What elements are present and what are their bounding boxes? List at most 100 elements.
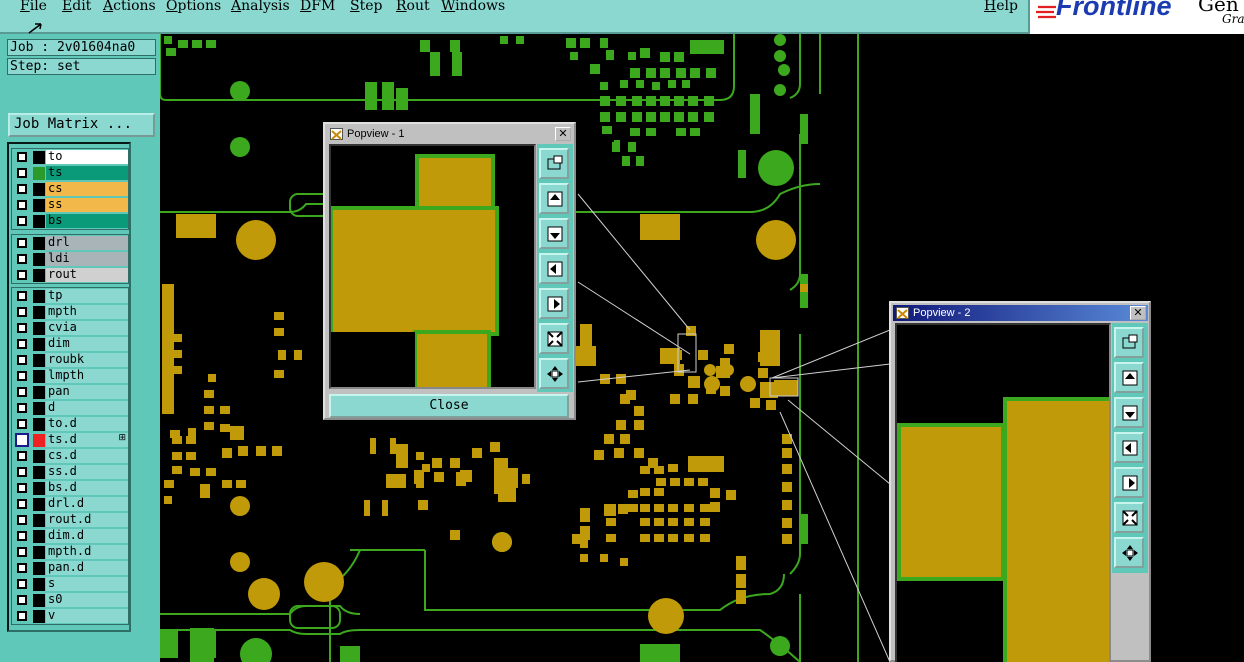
- layer-row-ts[interactable]: ts: [12, 165, 128, 181]
- layer-checkbox[interactable]: [17, 270, 27, 280]
- layer-checkbox[interactable]: [17, 531, 27, 541]
- pan-up-button[interactable]: [1114, 362, 1144, 393]
- layer-name[interactable]: drl: [46, 236, 128, 250]
- layer-row-ss[interactable]: ss: [12, 197, 128, 213]
- layer-color-swatch[interactable]: [33, 199, 45, 212]
- layer-checkbox[interactable]: [17, 152, 27, 162]
- layer-checkbox[interactable]: [17, 168, 27, 178]
- layer-color-swatch[interactable]: [33, 530, 45, 543]
- layer-expand-marker-icon[interactable]: ⊞: [118, 433, 126, 443]
- job-matrix-button[interactable]: Job Matrix ...: [8, 113, 155, 137]
- layer-row-rout-d[interactable]: rout.d: [12, 512, 128, 528]
- layer-checkbox[interactable]: [17, 371, 27, 381]
- layer-checkbox[interactable]: [17, 499, 27, 509]
- menu-dfm[interactable]: DFM: [300, 0, 335, 14]
- popview-1-close-button[interactable]: Close: [329, 394, 569, 418]
- popview-1-zoom-view[interactable]: [329, 144, 536, 389]
- layer-name[interactable]: ts: [46, 166, 128, 180]
- layer-color-swatch[interactable]: [33, 151, 45, 164]
- popview-2-titlebar[interactable]: Popview - 2: [893, 305, 1148, 321]
- layer-color-swatch[interactable]: [33, 578, 45, 591]
- layer-name[interactable]: rout.d: [46, 513, 128, 527]
- popview-2-close-x-button[interactable]: ✕: [1130, 306, 1146, 320]
- layer-checkbox[interactable]: [17, 323, 27, 333]
- layer-name[interactable]: mpth: [46, 305, 128, 319]
- layer-color-swatch[interactable]: [33, 418, 45, 431]
- layer-color-swatch[interactable]: [33, 167, 45, 180]
- layer-checkbox[interactable]: [17, 387, 27, 397]
- menu-edit[interactable]: Edit: [62, 0, 91, 14]
- pan-right-button[interactable]: [539, 288, 569, 319]
- layer-checkbox[interactable]: [17, 467, 27, 477]
- layer-name[interactable]: d: [46, 401, 128, 415]
- layer-checkbox[interactable]: [17, 254, 27, 264]
- layer-row-ts-d[interactable]: ts.d ⊞: [12, 432, 128, 448]
- pan-down-button[interactable]: [1114, 397, 1144, 428]
- layer-checkbox[interactable]: [17, 579, 27, 589]
- layer-name[interactable]: pan: [46, 385, 128, 399]
- layer-checkbox[interactable]: [17, 419, 27, 429]
- layer-name[interactable]: tp: [46, 289, 128, 303]
- layer-row-lmpth[interactable]: lmpth: [12, 368, 128, 384]
- layer-checkbox[interactable]: [17, 483, 27, 493]
- layer-color-swatch[interactable]: [33, 269, 45, 282]
- layer-color-swatch[interactable]: [33, 562, 45, 575]
- pan-left-button[interactable]: [539, 253, 569, 284]
- layer-checkbox[interactable]: [17, 355, 27, 365]
- menu-windows[interactable]: Windows: [441, 0, 505, 14]
- layer-checkbox[interactable]: [17, 184, 27, 194]
- zoom-fit-button[interactable]: [1114, 502, 1144, 533]
- center-view-button[interactable]: [539, 358, 569, 389]
- pan-left-button[interactable]: [1114, 432, 1144, 463]
- layer-checkbox[interactable]: [17, 595, 27, 605]
- pan-right-button[interactable]: [1114, 467, 1144, 498]
- layer-checkbox[interactable]: [17, 339, 27, 349]
- zoom-home-button[interactable]: [1114, 327, 1144, 358]
- layer-color-swatch[interactable]: [33, 402, 45, 415]
- layer-color-swatch[interactable]: [33, 546, 45, 559]
- window-menu-icon[interactable]: [330, 128, 343, 140]
- zoom-fit-button[interactable]: [539, 323, 569, 354]
- layer-name[interactable]: dim.d: [46, 529, 128, 543]
- layer-checkbox[interactable]: [17, 238, 27, 248]
- layer-color-swatch[interactable]: [33, 610, 45, 623]
- layer-checkbox[interactable]: [17, 515, 27, 525]
- layer-checkbox[interactable]: [15, 433, 29, 447]
- popview-1-titlebar[interactable]: Popview - 1: [327, 126, 573, 142]
- layer-checkbox[interactable]: [17, 216, 27, 226]
- menu-step[interactable]: Step: [350, 0, 382, 14]
- layer-color-swatch[interactable]: [33, 354, 45, 367]
- layer-checkbox[interactable]: [17, 200, 27, 210]
- layer-row-drl-d[interactable]: drl.d: [12, 496, 128, 512]
- layer-name[interactable]: cvia: [46, 321, 128, 335]
- center-view-button[interactable]: [1114, 537, 1144, 568]
- layer-name[interactable]: bs: [46, 214, 128, 228]
- layer-row-drl[interactable]: drl: [12, 235, 128, 251]
- layer-color-swatch[interactable]: [33, 290, 45, 303]
- layer-name[interactable]: v: [46, 609, 128, 623]
- layer-row-ldi[interactable]: ldi: [12, 251, 128, 267]
- layer-row-s0[interactable]: s0: [12, 592, 128, 608]
- layer-row-ss-d[interactable]: ss.d: [12, 464, 128, 480]
- layer-name[interactable]: dim: [46, 337, 128, 351]
- menu-rout[interactable]: Rout: [396, 0, 430, 14]
- layer-color-swatch[interactable]: [33, 370, 45, 383]
- layer-color-swatch[interactable]: [33, 322, 45, 335]
- layer-checkbox[interactable]: [17, 291, 27, 301]
- layer-name[interactable]: ts.d: [46, 433, 128, 447]
- layer-row-dim[interactable]: dim: [12, 336, 128, 352]
- layer-name[interactable]: ldi: [46, 252, 128, 266]
- layer-name[interactable]: roubk: [46, 353, 128, 367]
- layer-row-v[interactable]: v: [12, 608, 128, 624]
- layer-color-swatch[interactable]: [33, 434, 45, 447]
- popview-2-zoom-view[interactable]: [895, 323, 1111, 662]
- layer-checkbox[interactable]: [17, 547, 27, 557]
- layer-row-to[interactable]: to: [12, 149, 128, 165]
- layer-color-swatch[interactable]: [33, 306, 45, 319]
- layer-row-mpth-d[interactable]: mpth.d: [12, 544, 128, 560]
- layer-name[interactable]: mpth.d: [46, 545, 128, 559]
- layer-row-bs[interactable]: bs: [12, 213, 128, 229]
- layer-name[interactable]: to.d: [46, 417, 128, 431]
- layer-color-swatch[interactable]: [33, 237, 45, 250]
- layer-row-s[interactable]: s: [12, 576, 128, 592]
